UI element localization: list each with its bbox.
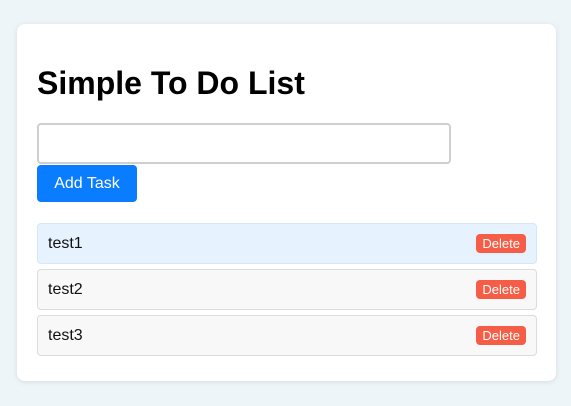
todo-card: Simple To Do List Add Task test1 Delete … [17,24,556,381]
task-input[interactable] [37,123,451,164]
add-task-button[interactable]: Add Task [37,165,137,202]
page-title: Simple To Do List [37,65,305,101]
delete-button[interactable]: Delete [476,280,526,299]
task-list: test1 Delete test2 Delete test3 Delete [37,223,537,361]
task-item[interactable]: test2 Delete [37,269,537,310]
task-text: test1 [48,235,83,252]
task-text: test3 [48,327,83,344]
task-text: test2 [48,281,83,298]
delete-button[interactable]: Delete [476,234,526,253]
delete-button[interactable]: Delete [476,326,526,345]
task-item[interactable]: test1 Delete [37,223,537,264]
task-item[interactable]: test3 Delete [37,315,537,356]
